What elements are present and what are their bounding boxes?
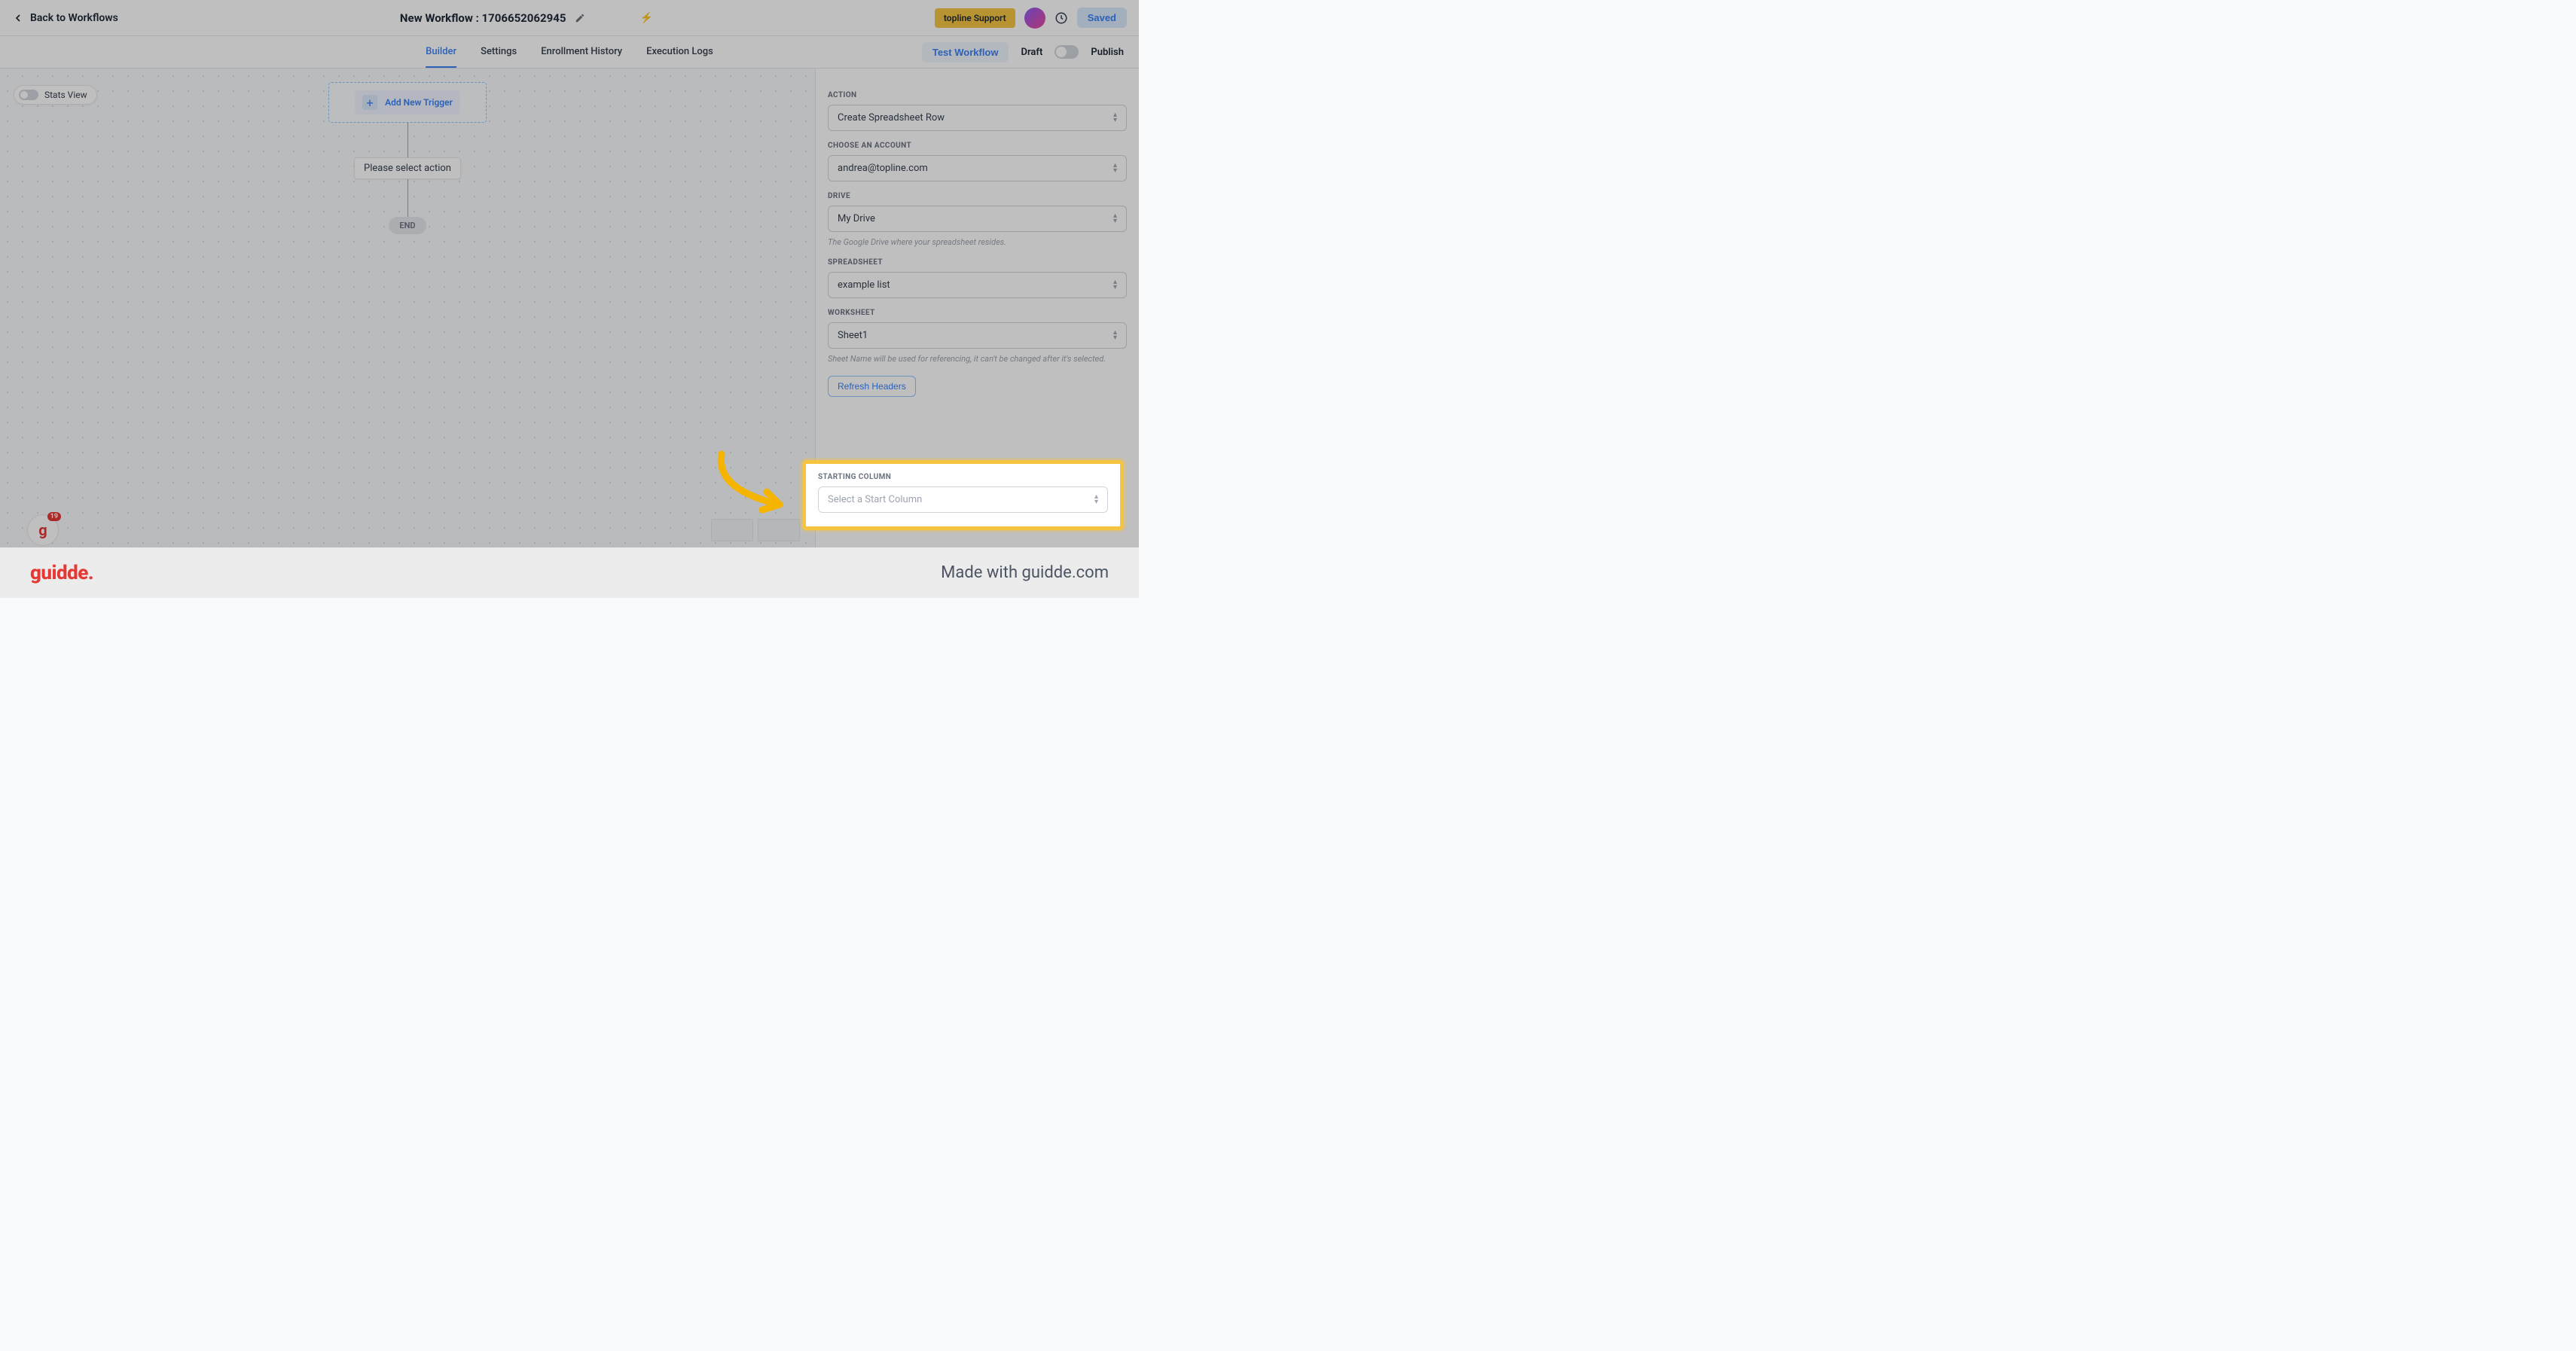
- stats-view-toggle[interactable]: Stats View: [14, 85, 97, 105]
- saved-button[interactable]: Saved: [1077, 8, 1127, 28]
- back-button[interactable]: Back to Workflows: [12, 12, 118, 24]
- made-with-label: Made with guidde.com: [941, 563, 1109, 582]
- history-icon[interactable]: [1055, 11, 1068, 25]
- starting-column-select[interactable]: Select a Start Column ▴▾: [818, 486, 1108, 513]
- tab-execution-logs[interactable]: Execution Logs: [646, 36, 713, 68]
- add-trigger-box[interactable]: + Add New Trigger: [328, 82, 487, 123]
- chevron-updown-icon: ▴▾: [1113, 331, 1117, 340]
- action-value: Create Spreadsheet Row: [838, 112, 945, 124]
- account-select[interactable]: andrea@topline.com ▴▾: [828, 155, 1127, 181]
- plus-icon: +: [362, 95, 377, 110]
- spreadsheet-label: SPREADSHEET: [828, 258, 1127, 267]
- worksheet-value: Sheet1: [838, 330, 868, 341]
- publish-label: Publish: [1091, 47, 1124, 58]
- drive-label: DRIVE: [828, 192, 1127, 200]
- tab-enrollment-history[interactable]: Enrollment History: [541, 36, 622, 68]
- action-select[interactable]: Create Spreadsheet Row ▴▾: [828, 105, 1127, 131]
- flow-connector: [407, 179, 408, 217]
- starting-column-highlight: STARTING COLUMN Select a Start Column ▴▾: [802, 460, 1124, 530]
- workflow-canvas[interactable]: Stats View + Add New Trigger Please sele…: [0, 69, 815, 547]
- tutorial-arrow-icon: [708, 448, 806, 523]
- toggle-icon: [19, 90, 38, 100]
- worksheet-select[interactable]: Sheet1 ▴▾: [828, 322, 1127, 349]
- pencil-icon[interactable]: [575, 13, 585, 23]
- drive-select[interactable]: My Drive ▴▾: [828, 206, 1127, 232]
- drive-value: My Drive: [838, 213, 875, 224]
- tab-settings[interactable]: Settings: [481, 36, 517, 68]
- chevron-updown-icon: ▴▾: [1113, 113, 1117, 123]
- end-node: END: [389, 217, 426, 234]
- app-header: Back to Workflows New Workflow : 1706652…: [0, 0, 1139, 36]
- chevron-updown-icon: ▴▾: [1113, 163, 1117, 173]
- tabs-bar: Builder Settings Enrollment History Exec…: [0, 36, 1139, 69]
- chevron-updown-icon: ▴▾: [1094, 495, 1098, 505]
- publish-toggle[interactable]: [1055, 45, 1079, 59]
- add-trigger-label: Add New Trigger: [385, 97, 453, 108]
- header-center: New Workflow : 1706652062945 ⚡: [400, 11, 653, 25]
- bolt-icon: ⚡: [639, 12, 652, 24]
- flow-connector: [407, 123, 408, 157]
- action-label: ACTION: [828, 91, 1127, 99]
- stats-view-label: Stats View: [44, 90, 87, 100]
- avatar[interactable]: [1024, 8, 1045, 29]
- workflow-title: New Workflow : 1706652062945: [400, 11, 566, 25]
- drive-helper: The Google Drive where your spreadsheet …: [828, 236, 1127, 248]
- draft-label: Draft: [1021, 47, 1042, 58]
- worksheet-label: WORKSHEET: [828, 309, 1127, 317]
- spreadsheet-value: example list: [838, 279, 890, 291]
- chevron-updown-icon: ▴▾: [1113, 214, 1117, 224]
- tab-builder[interactable]: Builder: [426, 36, 456, 68]
- footer: guidde. Made with guidde.com: [0, 547, 1139, 598]
- action-node[interactable]: Please select action: [354, 157, 461, 179]
- header-right: topline Support Saved: [935, 8, 1127, 29]
- account-label: CHOOSE AN ACCOUNT: [828, 142, 1127, 150]
- support-badge[interactable]: topline Support: [935, 8, 1015, 28]
- chevron-left-icon: [12, 12, 24, 24]
- app-badge[interactable]: g 19: [27, 514, 59, 546]
- guidde-logo: guidde.: [30, 562, 93, 584]
- starting-column-label: STARTING COLUMN: [818, 473, 1108, 481]
- back-label: Back to Workflows: [30, 12, 118, 24]
- spreadsheet-select[interactable]: example list ▴▾: [828, 272, 1127, 298]
- worksheet-helper: Sheet Name will be used for referencing,…: [828, 353, 1127, 364]
- starting-column-placeholder: Select a Start Column: [828, 494, 922, 505]
- chevron-updown-icon: ▴▾: [1113, 280, 1117, 290]
- account-value: andrea@topline.com: [838, 163, 928, 174]
- refresh-headers-button[interactable]: Refresh Headers: [828, 376, 916, 397]
- badge-count: 19: [47, 512, 61, 521]
- test-workflow-button[interactable]: Test Workflow: [922, 42, 1009, 63]
